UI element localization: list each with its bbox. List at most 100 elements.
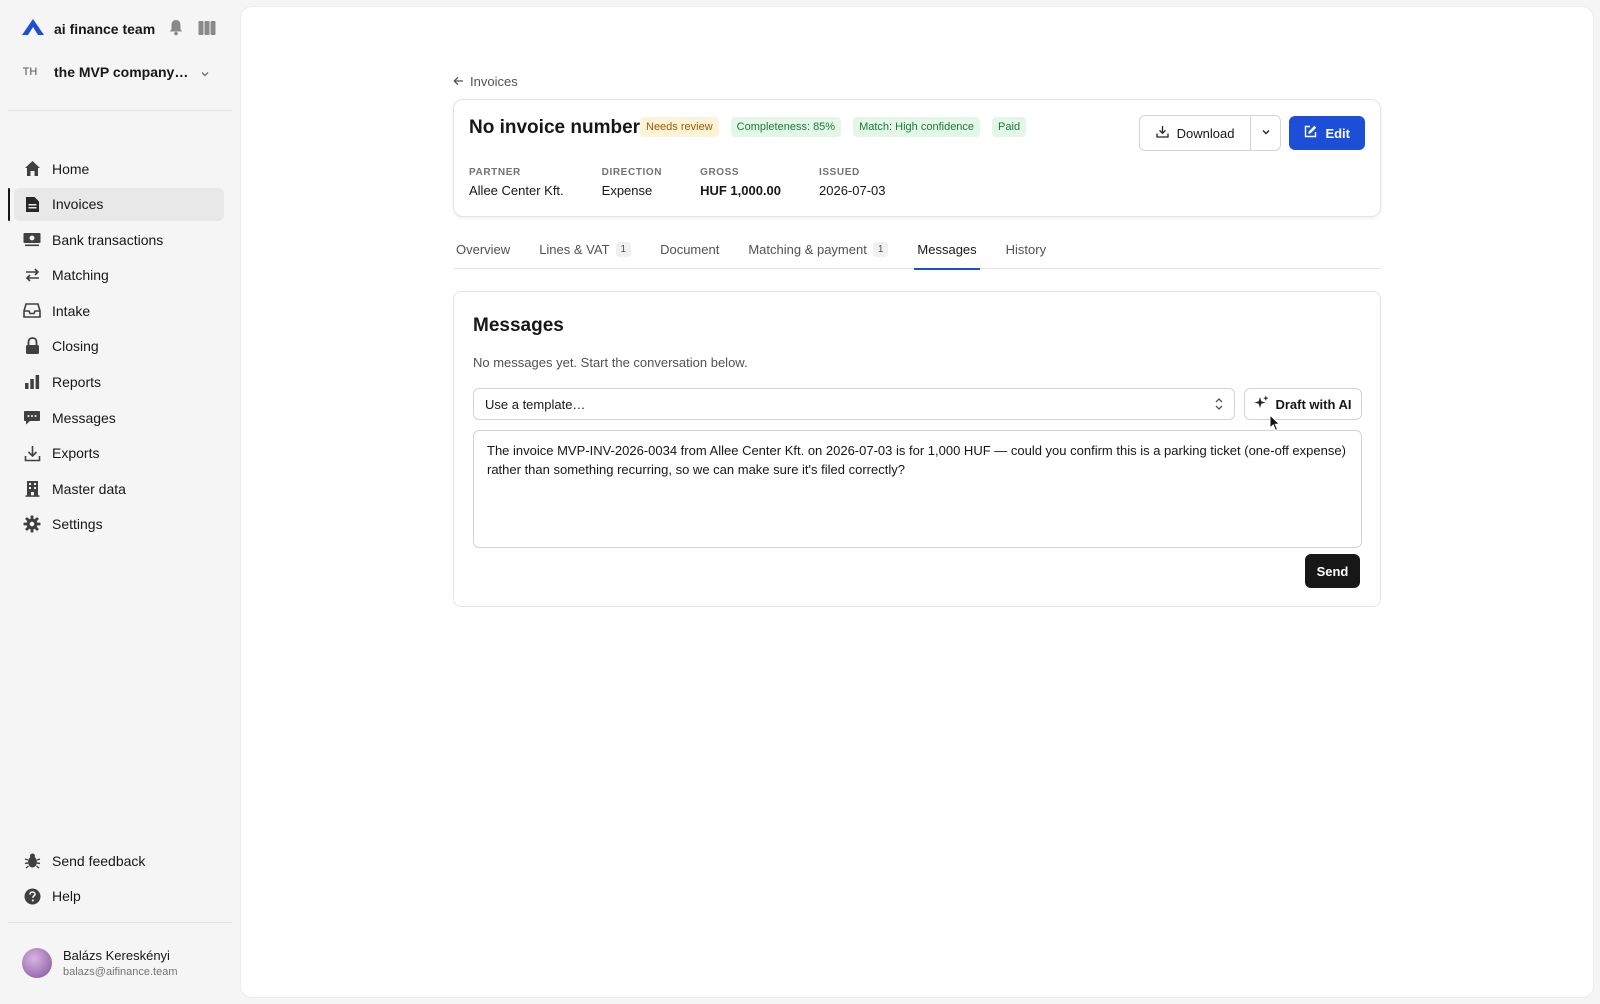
chevron-down-icon xyxy=(200,66,210,84)
meta-label: PARTNER xyxy=(469,167,521,178)
sidebar-item-bank-transactions[interactable]: Bank transactions xyxy=(14,223,224,256)
sidebar-item-home[interactable]: Home xyxy=(14,152,224,185)
tab-document[interactable]: Document xyxy=(657,229,722,269)
org-initials: TH xyxy=(22,66,38,78)
bar-chart-icon xyxy=(23,373,41,391)
send-button[interactable]: Send xyxy=(1305,554,1360,588)
meta-value: HUF 1,000.00 xyxy=(700,183,781,198)
download-icon xyxy=(23,444,41,462)
back-link[interactable]: Invoices xyxy=(453,74,518,89)
edit-button-label: Edit xyxy=(1325,125,1350,141)
sidebar-item-reports[interactable]: Reports xyxy=(14,366,224,399)
meta-value: Expense xyxy=(601,183,653,198)
meta-gross: GROSS HUF 1,000.00 xyxy=(700,167,781,198)
mouse-cursor-icon xyxy=(1269,413,1281,437)
edit-icon xyxy=(1304,125,1317,141)
sidebar-item-label: Help xyxy=(52,888,81,905)
tab-lines-vat[interactable]: Lines & VAT 1 xyxy=(536,229,634,269)
bell-icon[interactable] xyxy=(168,19,184,41)
tab-count-badge: 1 xyxy=(615,241,632,257)
chat-icon xyxy=(23,409,41,427)
messages-title: Messages xyxy=(473,315,564,336)
sidebar-item-label: Invoices xyxy=(52,196,104,213)
meta-value: Allee Center Kft. xyxy=(469,183,564,198)
back-link-label: Invoices xyxy=(470,74,518,89)
sidebar-item-label: Reports xyxy=(52,374,102,391)
gear-icon xyxy=(23,515,41,533)
tab-count-badge: 1 xyxy=(872,241,889,257)
status-badge: Paid xyxy=(992,117,1027,137)
messages-card: Messages No messages yet. Start the conv… xyxy=(453,291,1381,607)
meta-label: GROSS xyxy=(700,167,740,178)
status-badge: Match: High confidence xyxy=(853,117,981,137)
user-email: balazs@aifinance.team xyxy=(63,966,178,978)
sidebar-item-label: Exports xyxy=(52,445,100,462)
download-icon xyxy=(1155,125,1169,141)
logo-icon xyxy=(22,18,44,40)
home-icon xyxy=(23,160,41,178)
meta-partner: PARTNER Allee Center Kft. xyxy=(469,167,564,198)
tab-label: Matching & payment xyxy=(748,241,867,257)
meta-label: DIRECTION xyxy=(601,167,663,178)
meta-direction: DIRECTION Expense xyxy=(602,167,662,198)
tab-label: Messages xyxy=(917,241,977,257)
sidebar: ai finance team TH the MVP company… Home… xyxy=(0,0,236,1004)
sparkles-icon xyxy=(1254,395,1269,413)
tab-overview[interactable]: Overview xyxy=(453,229,513,269)
sidebar-item-label: Bank transactions xyxy=(52,231,164,248)
org-switcher[interactable]: TH the MVP company… xyxy=(16,58,224,86)
chevron-down-icon xyxy=(1261,124,1271,142)
sidebar-bottom-nav: Send feedback Help xyxy=(0,844,236,915)
sidebar-nav: Home Invoices Bank transactions Matching… xyxy=(0,152,236,544)
download-button[interactable]: Download xyxy=(1138,115,1251,151)
sidebar-item-master-data[interactable]: Master data xyxy=(14,472,224,505)
tab-matching-payment[interactable]: Matching & payment 1 xyxy=(745,229,891,269)
columns-icon[interactable] xyxy=(198,20,216,41)
arrow-left-icon xyxy=(453,74,464,89)
cash-icon xyxy=(23,231,41,249)
sidebar-item-intake[interactable]: Intake xyxy=(14,294,224,327)
sidebar-item-settings[interactable]: Settings xyxy=(14,508,224,541)
brand[interactable]: ai finance team xyxy=(22,18,155,40)
bug-icon xyxy=(23,852,41,870)
org-name: the MVP company… xyxy=(54,64,189,80)
page-title: No invoice number xyxy=(469,117,641,138)
download-options-button[interactable] xyxy=(1250,115,1282,151)
sidebar-item-label: Closing xyxy=(52,338,99,355)
sidebar-item-label: Intake xyxy=(52,302,91,319)
sidebar-item-invoices[interactable]: Invoices xyxy=(8,187,224,221)
sidebar-divider xyxy=(8,922,232,923)
edit-button[interactable]: Edit xyxy=(1289,116,1365,150)
template-select[interactable]: Use a template… xyxy=(473,388,1235,420)
message-textarea[interactable]: The invoice MVP-INV-2026-0034 from Allee… xyxy=(473,430,1362,548)
sidebar-item-send-feedback[interactable]: Send feedback xyxy=(14,844,224,877)
sidebar-item-matching[interactable]: Matching xyxy=(14,259,224,292)
user-profile[interactable]: Balázs Kereskényi balazs@aifinance.team xyxy=(22,948,178,978)
building-icon xyxy=(23,480,41,498)
status-badges: Needs review Completeness: 85% Match: Hi… xyxy=(640,117,1027,137)
tab-messages[interactable]: Messages xyxy=(914,229,980,270)
download-button-label: Download xyxy=(1176,125,1235,141)
status-badge: Needs review xyxy=(640,117,719,137)
empty-state-text: No messages yet. Start the conversation … xyxy=(473,355,748,370)
draft-with-ai-button[interactable]: Draft with AI xyxy=(1244,388,1362,420)
tab-label: Overview xyxy=(456,241,511,257)
invoice-meta: PARTNER Allee Center Kft. DIRECTION Expe… xyxy=(469,167,924,198)
sidebar-item-help[interactable]: Help xyxy=(14,880,224,913)
arrows-icon xyxy=(23,266,41,284)
tab-history[interactable]: History xyxy=(1003,229,1049,269)
sidebar-item-label: Settings xyxy=(52,516,103,533)
invoice-actions: Download Edit xyxy=(1138,115,1365,151)
sidebar-item-messages[interactable]: Messages xyxy=(14,401,224,434)
sidebar-item-label: Master data xyxy=(52,480,126,497)
help-icon xyxy=(23,887,41,905)
sidebar-item-exports[interactable]: Exports xyxy=(14,437,224,470)
tab-bar: Overview Lines & VAT 1 Document Matching … xyxy=(453,229,1381,270)
invoice-header-card: No invoice number Needs review Completen… xyxy=(453,99,1381,217)
user-name: Balázs Kereskényi xyxy=(63,948,170,963)
sidebar-item-label: Matching xyxy=(52,267,109,284)
meta-value: 2026-07-03 xyxy=(819,183,886,198)
brand-name: ai finance team xyxy=(54,21,156,37)
sidebar-item-closing[interactable]: Closing xyxy=(14,330,224,363)
status-badge: Completeness: 85% xyxy=(730,117,842,137)
